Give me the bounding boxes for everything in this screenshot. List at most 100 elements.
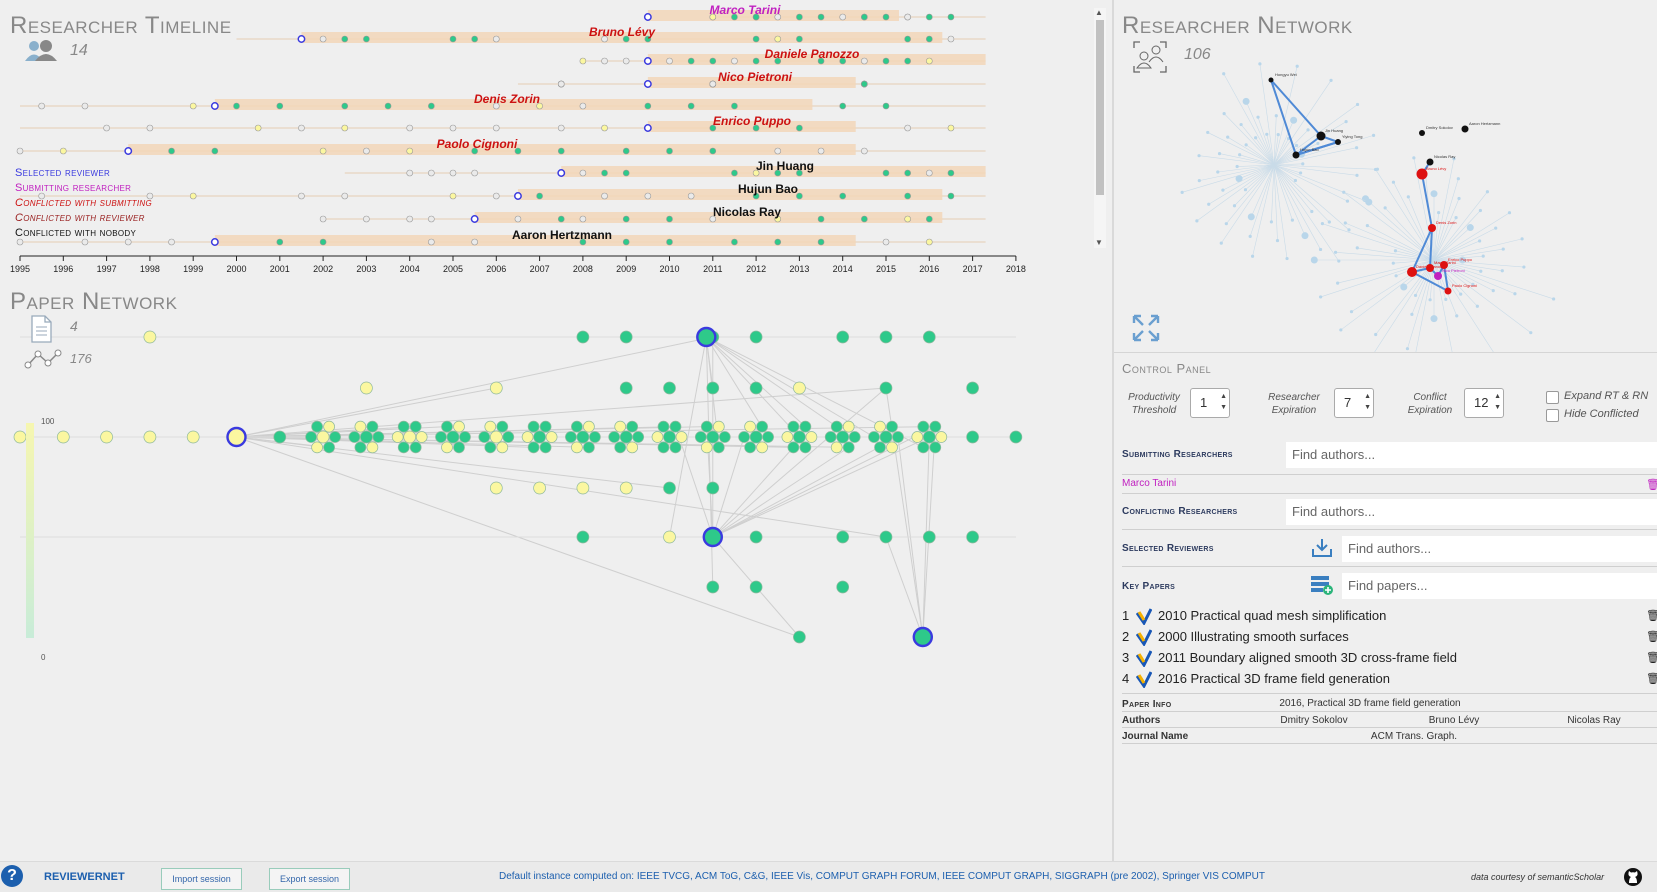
timeline-scrollbar[interactable]: ▲ ▼ [1094,8,1106,248]
productivity-threshold-spinner[interactable]: 1 ▲ ▼ [1190,388,1230,418]
paper-node [489,481,503,495]
divider [1122,711,1657,712]
researcher-expiration-spinner[interactable]: 7 ▲ ▼ [1334,388,1374,418]
researcher-node [1342,190,1346,194]
key-paper-row[interactable]: 3 2011 Boundary aligned smooth 3D cross-… [1122,648,1652,668]
paper-node [576,530,590,544]
paper-node [663,381,676,395]
researcher-node-label: Yiying Tong [1342,134,1362,139]
key-papers-label: Key Papers [1122,581,1176,592]
expand-rt-rn-checkbox[interactable] [1546,391,1559,404]
timeline-paper-dot [124,238,132,246]
delete-paper-icon[interactable]: 🗑 [1646,630,1657,643]
timeline-paper-dot [363,35,370,43]
semantic-scholar-icon[interactable] [1136,649,1152,667]
decrement-icon[interactable]: ▼ [1220,404,1227,411]
paper-node [496,420,509,433]
decrement-icon[interactable]: ▼ [1494,404,1501,411]
paper-node [441,441,453,454]
submitting-researchers-input[interactable]: Find authors... [1286,442,1657,468]
citation-edge [236,336,713,438]
key-paper-row[interactable]: 4 2016 Practical 3D frame field generati… [1122,669,1652,689]
expand-icon[interactable] [1132,314,1160,342]
scroll-thumb[interactable] [1096,20,1104,195]
paper-node [56,430,70,444]
delete-paper-icon[interactable]: 🗑 [1646,651,1657,664]
import-session-button[interactable]: Import session [161,868,242,890]
conflict-expiration-spinner[interactable]: 12 ▲ ▼ [1464,388,1504,418]
increment-icon[interactable]: ▲ [1364,393,1371,400]
paper-node [397,420,410,433]
increment-icon[interactable]: ▲ [1220,393,1227,400]
researcher-expiration-label: Researcher Expiration [1268,392,1320,416]
paper-node [799,441,812,454]
paper-node [762,431,774,443]
scroll-down-arrow[interactable]: ▼ [1095,238,1103,247]
paper-node [583,420,595,433]
year-axis: 1995 1996 1997 1998 1999 2000 2001 2002 2003 2004… [10,255,1026,274]
semantic-scholar-icon[interactable] [1136,607,1152,625]
citation-edge [712,387,887,538]
legend-conflicted-submitting: Conflicted with submitting [15,197,152,209]
add-papers-icon[interactable] [1310,574,1334,596]
key-paper-row[interactable]: 2 2000 Illustrating smooth surfaces [1122,627,1652,647]
named-researcher-node [1268,77,1274,83]
researcher-node [1478,208,1483,213]
key-paper-row[interactable]: 1 2010 Practical quad mesh simplificatio… [1122,606,1652,626]
submitting-researcher-tag[interactable]: Marco Tarini [1122,478,1176,489]
delete-paper-icon[interactable]: 🗑 [1646,609,1657,622]
remove-submitting-icon[interactable]: 🗑 [1646,478,1657,491]
hide-conflicted-checkbox[interactable] [1546,409,1559,422]
timeline-paper-dot [839,13,847,21]
paper-node [756,441,768,454]
timeline-paper-dot [882,102,890,110]
delete-paper-icon[interactable]: 🗑 [1646,672,1657,685]
paper-node [830,420,843,433]
researcher-node-label: Enrico Puppo [1448,257,1473,262]
key-paper-title: 2010 Practical quad mesh simplification [1158,608,1387,623]
paper-node [966,430,979,444]
conflicting-researchers-input[interactable]: Find authors... [1286,499,1657,525]
timeline-paper-dot [601,124,608,132]
timeline-paper-dot [16,238,24,246]
paper-node [874,441,886,454]
timeline-paper-dot [731,169,738,177]
citation-edge [705,336,714,588]
timeline-paper-dot [861,147,868,155]
timeline-paper-dot [514,215,522,223]
import-reviewers-icon[interactable] [1311,538,1333,558]
increment-icon[interactable]: ▲ [1494,393,1501,400]
key-papers-input[interactable]: Find papers... [1342,573,1657,599]
key-paper-number: 3 [1122,650,1130,665]
conflict-expiration-value: 12 [1474,395,1489,410]
paper-network-graph[interactable] [0,283,1110,861]
paper-node [565,431,577,443]
selected-reviewers-input[interactable]: Find authors... [1342,536,1657,562]
export-session-button[interactable]: Export session [269,868,350,890]
timeline-first-paper-dot [557,169,566,177]
researcher-node-label: Bruno Lévy [1426,166,1446,171]
researcher-node [1306,128,1310,132]
scroll-up-arrow[interactable]: ▲ [1095,8,1103,17]
researcher-node [1507,211,1512,215]
timeline-paper-dot [406,147,414,155]
timeline-paper-dot [622,238,630,246]
researcher-node [1269,220,1273,224]
decrement-icon[interactable]: ▼ [1364,404,1371,411]
timeline-paper-dot [319,35,327,43]
researcher-node [1299,171,1303,175]
paper-node [879,430,893,444]
researcher-node [1430,315,1438,323]
semantic-scholar-icon[interactable] [1136,670,1152,688]
paper-node [539,441,552,454]
semantic-scholar-icon[interactable] [1136,628,1152,646]
paper-node [441,420,453,433]
paper-node [323,420,335,433]
timeline-paper-dot [622,169,630,177]
help-icon[interactable]: ? [1,865,23,887]
paper-node [273,430,287,444]
researcher-name-label: Enrico Puppo [713,114,791,128]
researcher-edge [1182,164,1275,193]
timeline-first-paper-dot [643,124,652,132]
github-icon[interactable] [1623,867,1643,887]
